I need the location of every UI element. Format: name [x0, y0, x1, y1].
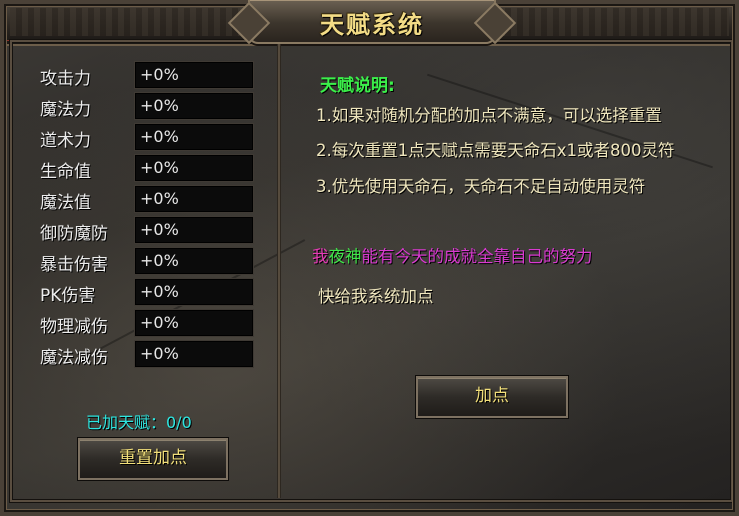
- add-points-button[interactable]: 加点: [416, 376, 568, 418]
- title-bar-ornament-left: [10, 8, 240, 36]
- stat-row-physical-reduction: 物理减伤 +0%: [40, 309, 255, 337]
- stat-value-box: +0%: [134, 247, 254, 275]
- stat-value-box: +0%: [134, 216, 254, 244]
- stat-label: 魔法力: [40, 100, 91, 120]
- stat-value-box: +0%: [134, 92, 254, 120]
- description-line: 3.优先使用天命石，天命石不足自动使用灵符: [316, 177, 646, 196]
- stat-value: +0%: [140, 96, 179, 115]
- stat-label: 暴击伤害: [40, 255, 108, 275]
- reset-points-button[interactable]: 重置加点: [78, 438, 228, 480]
- stat-row-mp: 魔法值 +0%: [40, 185, 255, 213]
- stat-row-magic-reduction: 魔法减伤 +0%: [40, 340, 255, 368]
- stat-row-hp: 生命值 +0%: [40, 154, 255, 182]
- stat-row-magic-power: 魔法力 +0%: [40, 92, 255, 120]
- stat-value: +0%: [140, 282, 179, 301]
- stat-value-box: +0%: [134, 154, 254, 182]
- stat-label: 魔法减伤: [40, 348, 108, 368]
- description-line: 1.如果对随机分配的加点不满意，可以选择重置: [316, 106, 662, 125]
- stat-label: 御防魔防: [40, 224, 108, 244]
- title-bar-ornament-right: [499, 8, 729, 36]
- stat-label: 攻击力: [40, 69, 91, 89]
- stat-value-box: +0%: [134, 185, 254, 213]
- stat-row-defense: 御防魔防 +0%: [40, 216, 255, 244]
- motto-part: 我: [312, 247, 329, 266]
- prompt-text: 快给我系统加点: [318, 287, 434, 306]
- stat-value: +0%: [140, 158, 179, 177]
- stat-label: 道术力: [40, 131, 91, 151]
- stat-label: 生命值: [40, 162, 91, 182]
- motto-text: 我夜神能有今天的成就全靠自己的努力: [312, 243, 593, 267]
- stat-row-crit-damage: 暴击伤害 +0%: [40, 247, 255, 275]
- stat-value: +0%: [140, 65, 179, 84]
- stat-row-pk-damage: PK伤害 +0%: [40, 278, 255, 306]
- stat-value: +0%: [140, 344, 179, 363]
- stat-value-box: +0%: [134, 340, 254, 368]
- talent-system-window: 天赋系统 攻击力 +0% 魔法力 +0% 道术力 +0% 生命值 +0% 魔法值…: [0, 0, 739, 516]
- stat-value: +0%: [140, 127, 179, 146]
- stat-label: 魔法值: [40, 193, 91, 213]
- stat-label: PK伤害: [40, 286, 96, 306]
- stat-value: +0%: [140, 251, 179, 270]
- panel-divider: [277, 44, 281, 498]
- stat-value-box: +0%: [134, 278, 254, 306]
- title-plate: 天赋系统: [248, 0, 496, 44]
- window-title: 天赋系统: [320, 10, 424, 39]
- description-title: 天赋说明:: [320, 76, 395, 96]
- motto-part: 能有今天的成就全靠自己的努力: [361, 247, 593, 266]
- motto-part-name: 夜神: [328, 247, 362, 266]
- stat-row-attack: 攻击力 +0%: [40, 61, 255, 89]
- added-talent-counter: 已加天赋：0/0: [86, 413, 192, 432]
- stat-value-box: +0%: [134, 61, 254, 89]
- stat-value-box: +0%: [134, 123, 254, 151]
- stat-value: +0%: [140, 220, 179, 239]
- stat-label: 物理减伤: [40, 317, 108, 337]
- stat-row-taoism: 道术力 +0%: [40, 123, 255, 151]
- description-line: 2.每次重置1点天赋点需要天命石x1或者800灵符: [316, 141, 675, 160]
- stat-value: +0%: [140, 189, 179, 208]
- stat-value: +0%: [140, 313, 179, 332]
- stat-value-box: +0%: [134, 309, 254, 337]
